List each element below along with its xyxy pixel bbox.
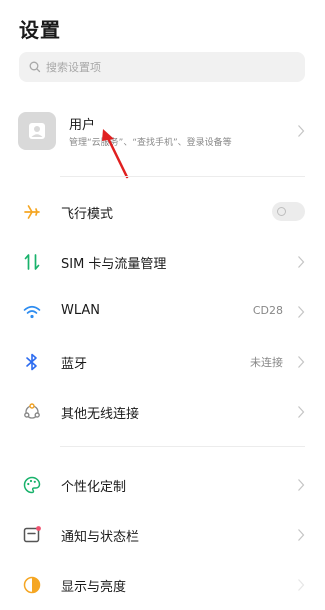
airplane-icon — [24, 205, 40, 219]
chevron-right-icon — [298, 356, 305, 368]
wifi-icon — [23, 305, 41, 319]
palette-icon — [23, 476, 41, 494]
notification-icon — [23, 526, 41, 543]
row-display-brightness[interactable]: 显示与亮度 — [0, 560, 325, 610]
chevron-right-icon — [298, 406, 305, 418]
row-label: 显示与亮度 — [61, 580, 127, 595]
page-title: 设置 — [19, 18, 61, 42]
row-label: WLAN — [61, 303, 101, 318]
row-wlan[interactable]: WLAN CD28 — [0, 287, 325, 337]
row-bluetooth[interactable]: 蓝牙 未连接 — [0, 337, 325, 387]
search-input[interactable] — [46, 60, 286, 74]
user-icon — [29, 123, 45, 139]
airplane-mode-toggle[interactable] — [272, 202, 305, 221]
toggle-knob — [277, 207, 286, 216]
row-airplane-mode[interactable]: 飞行模式 — [0, 187, 325, 237]
row-label: 蓝牙 — [61, 357, 88, 372]
wlan-network-name: CD28 — [252, 304, 283, 317]
search-icon — [29, 61, 41, 73]
wireless-connections-icon — [24, 403, 40, 419]
chevron-right-icon — [298, 479, 305, 491]
sim-data-icon — [24, 254, 40, 270]
account-entry[interactable]: 用户 管理“云服务”、“查找手机”、登录设备等 — [0, 105, 325, 159]
chevron-right-icon — [298, 256, 305, 268]
chevron-right-icon — [298, 529, 305, 541]
brightness-icon — [23, 576, 41, 594]
search-bar[interactable] — [19, 52, 305, 82]
account-description: 管理“云服务”、“查找手机”、登录设备等 — [69, 138, 232, 148]
divider — [60, 446, 305, 447]
divider — [60, 176, 305, 177]
chevron-right-icon — [298, 125, 305, 137]
row-sim-data[interactable]: SIM 卡与流量管理 — [0, 237, 325, 287]
row-other-wireless[interactable]: 其他无线连接 — [0, 387, 325, 437]
chevron-right-icon — [298, 306, 305, 318]
row-label: 个性化定制 — [61, 480, 127, 495]
row-label: SIM 卡与流量管理 — [61, 257, 167, 272]
row-personalization[interactable]: 个性化定制 — [0, 460, 325, 510]
bluetooth-icon — [26, 353, 37, 371]
row-notifications[interactable]: 通知与状态栏 — [0, 510, 325, 560]
bluetooth-status: 未连接 — [250, 356, 283, 369]
row-label: 通知与状态栏 — [61, 530, 140, 545]
chevron-right-icon — [298, 579, 305, 591]
account-name: 用户 — [69, 118, 96, 133]
row-label: 其他无线连接 — [61, 407, 140, 422]
row-label: 飞行模式 — [61, 207, 114, 222]
avatar — [18, 112, 56, 150]
